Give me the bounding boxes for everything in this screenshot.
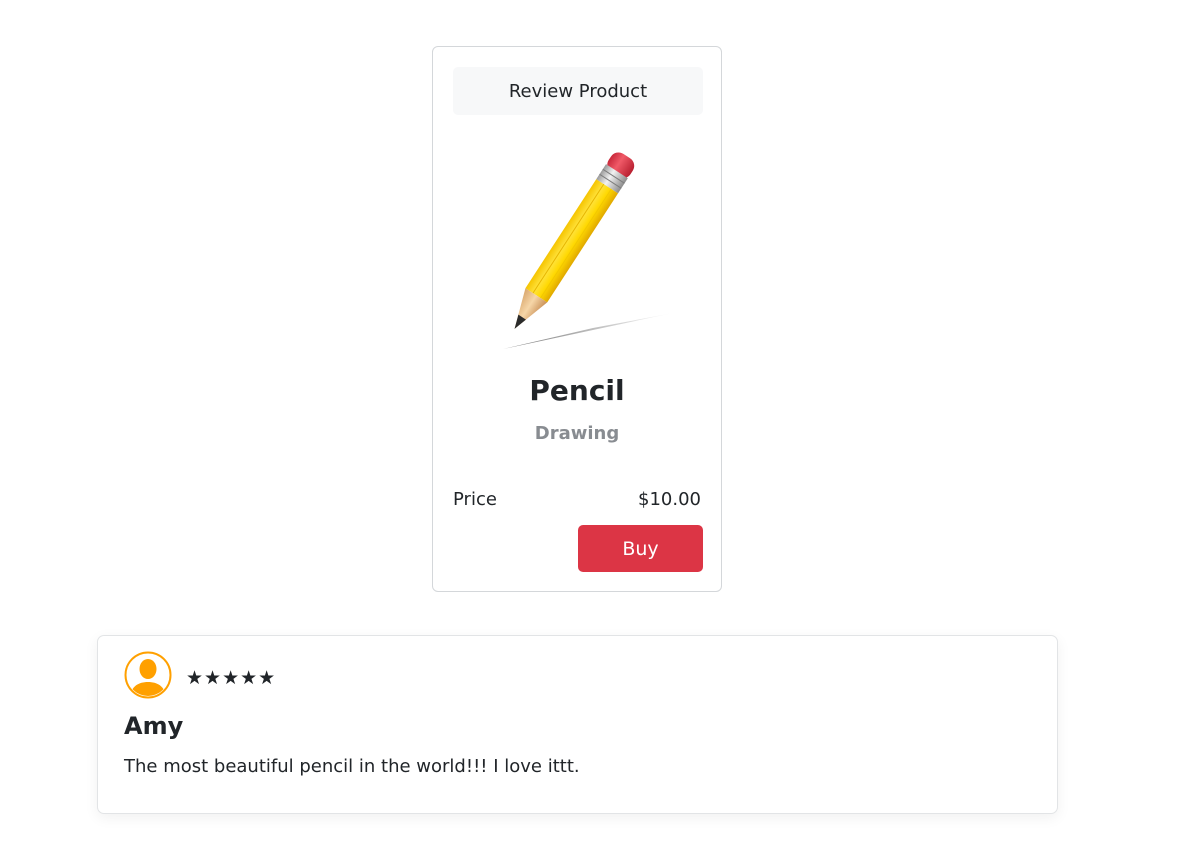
- pencil-icon: [473, 145, 683, 355]
- product-name: Pencil: [529, 374, 625, 407]
- price-value: $10.00: [638, 489, 701, 510]
- review-text: The most beautiful pencil in the world!!…: [124, 756, 580, 777]
- buy-button[interactable]: Buy: [578, 525, 703, 572]
- price-label: Price: [453, 489, 497, 510]
- review-product-button[interactable]: Review Product: [453, 67, 703, 115]
- product-card: Review Product Pencil Drawing Price $10.…: [432, 46, 722, 592]
- review-card: ★★★★★ Amy The most beautiful pencil in t…: [97, 635, 1058, 814]
- user-avatar-icon: [124, 651, 172, 699]
- star-rating: ★★★★★: [186, 667, 277, 689]
- product-category: Drawing: [534, 423, 620, 444]
- reviewer-name: Amy: [124, 712, 184, 740]
